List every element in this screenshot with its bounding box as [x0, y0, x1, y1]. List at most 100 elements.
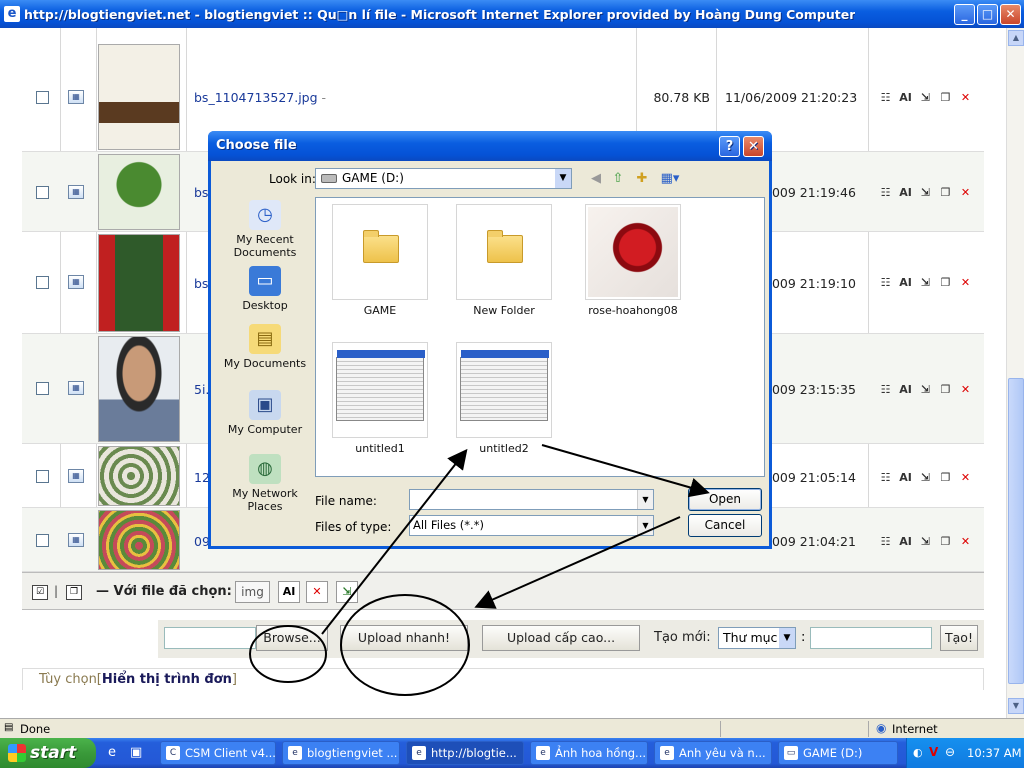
move-icon[interactable]: ⇲ [917, 470, 934, 486]
copy-icon[interactable]: ❐ [937, 534, 954, 550]
rename-icon[interactable]: AI [897, 90, 914, 106]
tray-network-icon[interactable]: ◐ [913, 746, 923, 759]
browse-button[interactable]: Browse... [256, 625, 328, 651]
minimize-button[interactable]: _ [954, 4, 975, 25]
copy-icon[interactable]: ❐ [937, 382, 954, 398]
copy-icon[interactable]: ❐ [937, 90, 954, 106]
row-checkbox[interactable] [36, 186, 49, 199]
edit-icon[interactable]: ☷ [877, 90, 894, 106]
folder-item[interactable]: GAME [330, 204, 430, 317]
up-folder-icon[interactable]: ⇧ [609, 170, 627, 188]
place-recent-documents[interactable]: ◷ My Recent Documents [217, 200, 313, 259]
rename-icon[interactable]: AI [897, 470, 914, 486]
rename-icon[interactable]: AI [897, 534, 914, 550]
open-button[interactable]: Open [688, 488, 762, 511]
place-my-documents[interactable]: ▤ My Documents [217, 324, 313, 370]
close-window-button[interactable]: ✕ [1000, 4, 1021, 25]
look-in-select[interactable]: GAME (D:) ▼ [315, 168, 572, 189]
rename-icon[interactable]: AI [897, 382, 914, 398]
delete-icon[interactable]: ✕ [957, 470, 974, 486]
tray-antivirus-icon[interactable]: V [929, 745, 938, 759]
views-menu-icon[interactable]: ▦▾ [657, 170, 683, 188]
delete-icon[interactable]: ✕ [957, 534, 974, 550]
cancel-button[interactable]: Cancel [688, 514, 762, 537]
taskbar-item[interactable]: e Anh yêu và n... [654, 741, 772, 765]
copy-icon[interactable]: ❐ [937, 185, 954, 201]
taskbar-item[interactable]: ▭ GAME (D:) [778, 741, 898, 765]
ie-quicklaunch-icon[interactable]: e [108, 745, 116, 760]
place-my-computer[interactable]: ▣ My Computer [217, 390, 313, 436]
bulk-move-button[interactable]: ⇲ [336, 581, 358, 603]
row-checkbox[interactable] [36, 534, 49, 547]
tray-speaker-icon[interactable]: ⊖ [945, 745, 955, 759]
thumbnail-bonsai-yellow[interactable] [98, 44, 180, 150]
show-menu-link[interactable]: Hiển thị trình đơn [102, 672, 232, 687]
scroll-up-icon[interactable]: ▲ [1008, 30, 1024, 46]
taskbar-item[interactable]: e Ảnh hoa hồng... [530, 741, 648, 765]
bulk-rename-button[interactable]: AI [278, 581, 300, 603]
copy-icon[interactable]: ❐ [937, 275, 954, 291]
thumbnail-cactus-pots[interactable] [98, 510, 180, 570]
desktop-quicklaunch-icon[interactable]: ▣ [130, 745, 142, 760]
rename-icon[interactable]: AI [897, 185, 914, 201]
copy-icon[interactable]: ❐ [937, 470, 954, 486]
edit-icon[interactable]: ☷ [877, 185, 894, 201]
row-checkbox[interactable] [36, 382, 49, 395]
edit-icon[interactable]: ☷ [877, 534, 894, 550]
bulk-delete-button[interactable]: ✕ [306, 581, 328, 603]
move-icon[interactable]: ⇲ [917, 275, 934, 291]
new-folder-icon[interactable]: ✚ [633, 170, 651, 188]
thumbnail-cactus-garden[interactable] [98, 446, 180, 506]
file-name-input[interactable]: ▼ [409, 489, 654, 510]
file-name-link[interactable]: bs [194, 276, 208, 291]
dialog-title-bar[interactable]: Choose file ? ✕ [208, 131, 772, 161]
deselect-icon[interactable]: ❐ [66, 585, 82, 600]
new-item-name-input[interactable] [810, 627, 932, 649]
thumbnail-bonsai-green[interactable] [98, 154, 180, 230]
row-checkbox[interactable] [36, 276, 49, 289]
file-item[interactable]: untitled2 [454, 342, 554, 455]
create-button[interactable]: Tạo! [940, 625, 978, 651]
window-title-bar[interactable]: e http://blogtiengviet.net - blogtiengvi… [0, 0, 1024, 28]
file-name-link[interactable]: bs [194, 185, 208, 200]
page-scrollbar[interactable]: ▲ ▼ [1006, 28, 1024, 718]
create-type-select[interactable]: Thư mục ▼ [718, 627, 796, 649]
move-icon[interactable]: ⇲ [917, 382, 934, 398]
place-network[interactable]: ◍ My Network Places [217, 454, 313, 513]
delete-icon[interactable]: ✕ [957, 90, 974, 106]
row-checkbox[interactable] [36, 91, 49, 104]
thumbnail-person[interactable] [98, 336, 180, 442]
file-name-link[interactable]: bs_1104713527.jpg - [194, 90, 326, 105]
scroll-down-icon[interactable]: ▼ [1008, 698, 1024, 714]
maximize-button[interactable]: □ [977, 4, 998, 25]
back-icon[interactable]: ◀ [587, 170, 605, 188]
scrollbar-thumb[interactable] [1008, 378, 1024, 684]
file-item[interactable]: untitled1 [330, 342, 430, 455]
file-item[interactable]: rose-hoahong08 [578, 204, 688, 317]
delete-icon[interactable]: ✕ [957, 185, 974, 201]
help-button[interactable]: ? [719, 136, 740, 157]
move-icon[interactable]: ⇲ [917, 534, 934, 550]
dialog-close-button[interactable]: ✕ [743, 136, 764, 157]
place-desktop[interactable]: ▭ Desktop [217, 266, 313, 312]
taskbar-item[interactable]: e http://blogtie... [406, 741, 524, 765]
taskbar-item[interactable]: C CSM Client v4... [160, 741, 276, 765]
advanced-upload-button[interactable]: Upload cấp cao... [482, 625, 640, 651]
start-button[interactable]: start [0, 738, 96, 768]
upload-file-path-input[interactable] [164, 627, 256, 649]
move-icon[interactable]: ⇲ [917, 90, 934, 106]
folder-item[interactable]: New Folder [454, 204, 554, 317]
edit-icon[interactable]: ☷ [877, 382, 894, 398]
row-checkbox[interactable] [36, 470, 49, 483]
rename-icon[interactable]: AI [897, 275, 914, 291]
move-icon[interactable]: ⇲ [917, 185, 934, 201]
edit-icon[interactable]: ☷ [877, 275, 894, 291]
delete-icon[interactable]: ✕ [957, 382, 974, 398]
select-all-icon[interactable]: ☑ [32, 585, 48, 600]
thumbnail-bonsai-red[interactable] [98, 234, 180, 332]
files-of-type-select[interactable]: All Files (*.*) ▼ [409, 515, 654, 536]
taskbar-item[interactable]: e blogtiengviet ... [282, 741, 400, 765]
quick-upload-button[interactable]: Upload nhanh! [340, 625, 468, 651]
delete-icon[interactable]: ✕ [957, 275, 974, 291]
edit-icon[interactable]: ☷ [877, 470, 894, 486]
